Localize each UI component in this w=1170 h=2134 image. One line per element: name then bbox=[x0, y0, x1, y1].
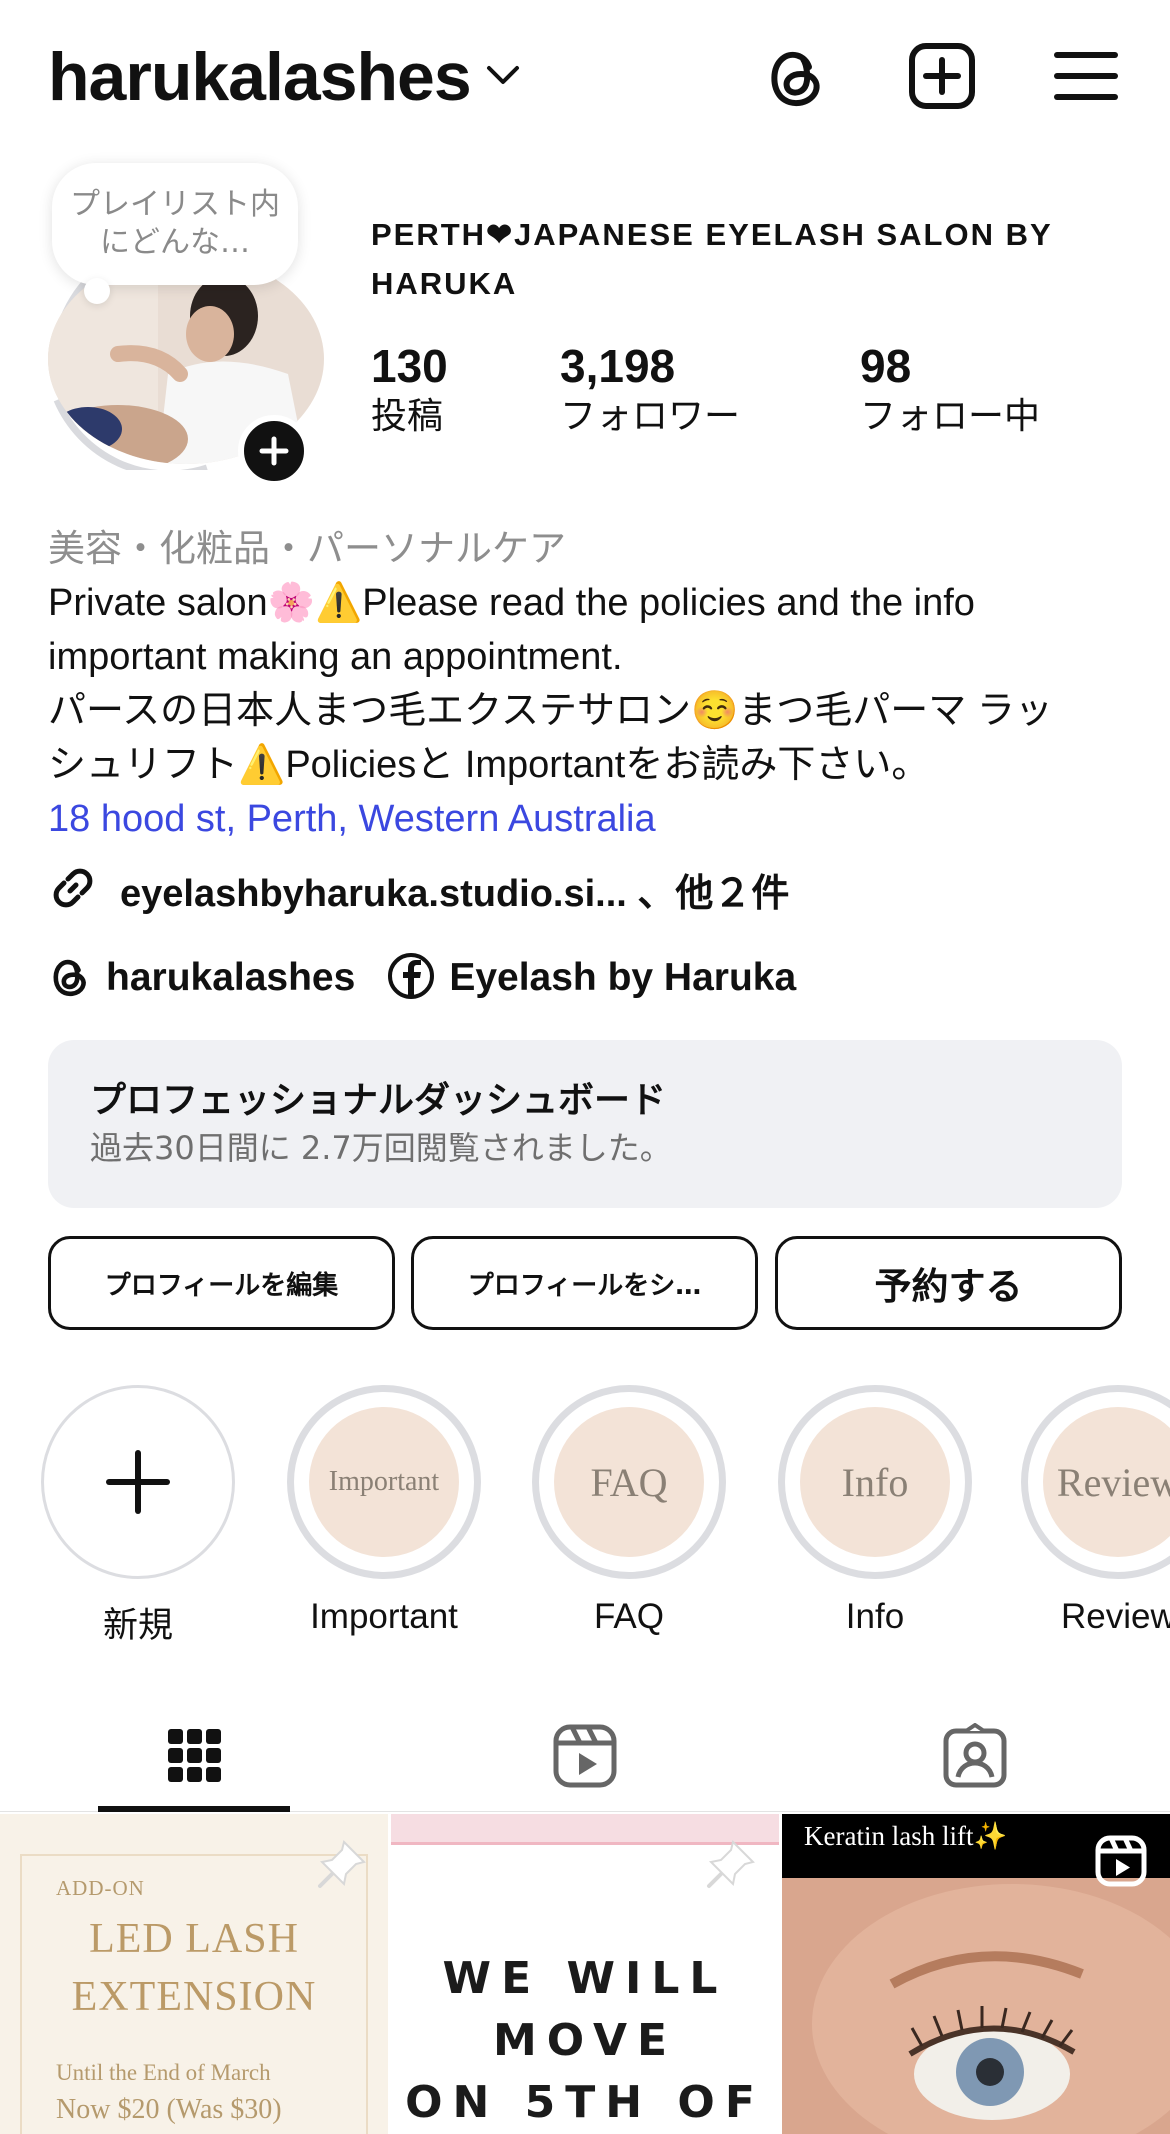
reel-indicator-icon bbox=[1095, 1835, 1147, 1887]
edit-profile-button[interactable]: プロフィールを編集 bbox=[48, 1236, 395, 1330]
pin-icon bbox=[318, 1840, 366, 1888]
post-text: WE WILL MOVE ON 5TH OF bbox=[391, 1948, 779, 2134]
highlight-cover: FAQ bbox=[554, 1407, 704, 1557]
plus-icon bbox=[106, 1450, 170, 1514]
post-text-line: WE WILL bbox=[442, 1953, 728, 2004]
highlight-cover: Info bbox=[800, 1407, 950, 1557]
new-post-icon[interactable] bbox=[904, 38, 980, 114]
dashboard-subtitle: 過去30日間に 2.7万回閲覧されました。 bbox=[90, 1129, 672, 1167]
plus-icon bbox=[259, 436, 289, 466]
reels-icon bbox=[553, 1724, 617, 1788]
external-links[interactable]: eyelashbyharuka.studio.si... 、他２件 bbox=[48, 862, 789, 917]
post-text-line: MOVE bbox=[492, 2015, 678, 2066]
stat-posts-value: 130 bbox=[371, 340, 448, 392]
post-title: LED LASH EXTENSION bbox=[0, 1910, 388, 2026]
threads-handle: harukalashes bbox=[106, 956, 356, 999]
post-text: ADD-ON bbox=[56, 1876, 145, 1900]
post-caption: Keratin lash lift✨ bbox=[804, 1821, 1008, 1851]
stat-followers[interactable]: 3,198 フォロワー bbox=[560, 338, 740, 440]
threads-icon[interactable] bbox=[758, 38, 834, 114]
highlight-ring: FAQ bbox=[532, 1385, 726, 1579]
highlight-info[interactable]: Info Info bbox=[775, 1385, 975, 1637]
category-label: 美容・化粧品・パーソナルケア bbox=[48, 527, 566, 570]
bio-line: Private salon🌸⚠️Please read the policies… bbox=[48, 582, 975, 624]
tab-reels[interactable] bbox=[390, 1700, 780, 1812]
highlight-faq[interactable]: FAQ FAQ bbox=[529, 1385, 729, 1637]
address-link[interactable]: 18 hood st, Perth, Western Australia bbox=[48, 792, 1128, 846]
bio-line: パースの日本人まつ毛エクステサロン☺️まつ毛パーマ ラッ bbox=[48, 690, 1053, 732]
threads-profile-link[interactable]: harukalashes bbox=[48, 953, 355, 1003]
active-tab-indicator bbox=[98, 1806, 290, 1812]
stat-following-label: フォロー中 bbox=[860, 396, 1041, 437]
highlight-label: FAQ bbox=[593, 1597, 665, 1636]
note-bubble[interactable]: プレイリスト内にどんな… bbox=[52, 163, 298, 285]
book-button[interactable]: 予約する bbox=[775, 1236, 1122, 1330]
highlight-cover: Important bbox=[309, 1407, 459, 1557]
account-switcher[interactable]: harukalashes bbox=[48, 38, 521, 116]
stat-posts[interactable]: 130 投稿 bbox=[371, 338, 448, 440]
share-profile-button[interactable]: プロフィールをシ… bbox=[411, 1236, 758, 1330]
stat-following[interactable]: 98 フォロー中 bbox=[860, 338, 1040, 440]
highlight-ring: Info bbox=[778, 1385, 972, 1579]
username: harukalashes bbox=[48, 39, 472, 115]
facebook-icon bbox=[387, 952, 435, 1004]
post-text: Until the End of March bbox=[56, 2060, 271, 2085]
display-name: PERTH❤JAPANESE EYELASH SALON BY HARUKA bbox=[371, 217, 1053, 301]
highlight-cover bbox=[41, 1385, 235, 1579]
highlight-label: Important bbox=[310, 1597, 458, 1636]
highlight-cover: Review bbox=[1043, 1407, 1170, 1557]
highlight-label: Review bbox=[1061, 1597, 1170, 1636]
profile-header: harukalashes bbox=[0, 0, 1170, 150]
tagged-icon bbox=[943, 1723, 1007, 1788]
stat-followers-label: フォロワー bbox=[560, 396, 741, 437]
facebook-page-link[interactable]: Eyelash by Haruka bbox=[387, 952, 796, 1004]
highlight-ring: Review bbox=[1021, 1385, 1170, 1579]
stat-posts-label: 投稿 bbox=[371, 396, 444, 437]
chevron-down-icon bbox=[485, 63, 521, 91]
post-text-line: ON 5TH OF bbox=[405, 2077, 765, 2128]
profile-tabs bbox=[0, 1700, 1170, 1812]
highlight-important[interactable]: Important Important bbox=[284, 1385, 484, 1637]
note-text: プレイリスト内にどんな… bbox=[70, 187, 280, 260]
stat-followers-value: 3,198 bbox=[560, 340, 676, 392]
highlight-label: 新規 bbox=[102, 1606, 173, 1645]
tab-tagged[interactable] bbox=[780, 1700, 1170, 1812]
highlight-label: Info bbox=[845, 1597, 905, 1636]
grid-icon bbox=[168, 1729, 221, 1782]
website-link: eyelashbyharuka.studio.si... 、他２件 bbox=[120, 873, 790, 915]
professional-dashboard[interactable]: プロフェッショナルダッシュボード 過去30日間に 2.7万回閲覧されました。 bbox=[48, 1040, 1122, 1208]
tab-grid[interactable] bbox=[0, 1700, 390, 1812]
stat-following-value: 98 bbox=[860, 340, 912, 392]
highlight-review[interactable]: Review Review bbox=[1021, 1385, 1170, 1637]
add-story-button[interactable] bbox=[238, 415, 310, 487]
post-title-line: LED LASH bbox=[89, 1916, 299, 1962]
bio-line: シュリフト⚠️Policiesと Importantをお読み下さい。 bbox=[48, 744, 930, 786]
link-icon bbox=[48, 863, 98, 917]
dashboard-title: プロフェッショナルダッシュボード bbox=[90, 1080, 667, 1121]
post-price: Now $20 (Was $30) bbox=[56, 2094, 282, 2125]
pin-icon bbox=[707, 1840, 755, 1888]
post-title-line: EXTENSION bbox=[71, 1974, 317, 2020]
bio-line: important making an appointment. bbox=[48, 636, 623, 678]
bio: 美容・化粧品・パーソナルケア Private salon🌸⚠️Please re… bbox=[48, 522, 1128, 846]
note-bubble-tail bbox=[84, 278, 110, 304]
social-links: harukalashes Eyelash by Haruka bbox=[48, 952, 828, 1004]
menu-icon[interactable] bbox=[1048, 38, 1124, 114]
facebook-page-name: Eyelash by Haruka bbox=[449, 956, 797, 999]
highlight-ring: Important bbox=[287, 1385, 481, 1579]
highlight-new[interactable]: 新規 bbox=[38, 1385, 238, 1648]
threads-icon bbox=[48, 953, 92, 1003]
